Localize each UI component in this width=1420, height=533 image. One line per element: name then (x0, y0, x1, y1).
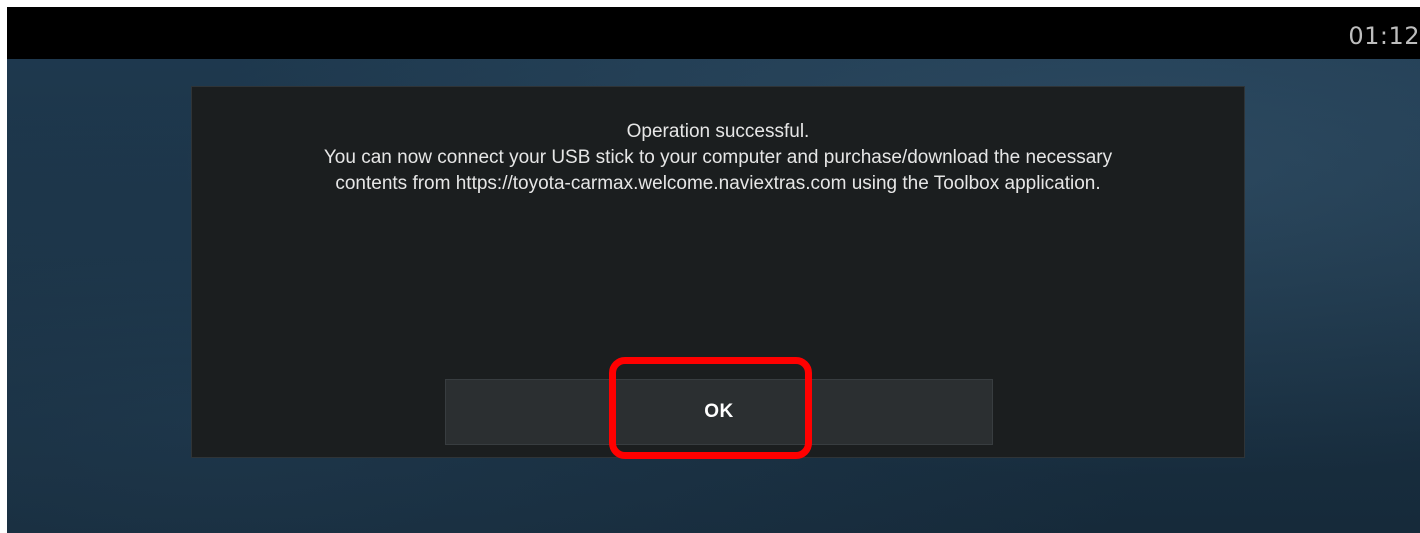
message-line-instruction: You can now connect your USB stick to yo… (323, 147, 1113, 168)
status-bar: 01:12 (7, 7, 1420, 59)
dialog-message: Operation successful. You can now connec… (192, 119, 1244, 197)
ok-button[interactable]: OK (445, 379, 993, 445)
success-dialog: Operation successful. You can now connec… (191, 86, 1245, 458)
message-line-url: contents from https://toyota-carmax.welc… (335, 173, 1101, 194)
status-clock: 01:12 (1348, 22, 1420, 50)
navigation-screen: 01:12 Operation successful. You can now … (7, 7, 1420, 533)
message-line-title: Operation successful. (626, 121, 810, 142)
